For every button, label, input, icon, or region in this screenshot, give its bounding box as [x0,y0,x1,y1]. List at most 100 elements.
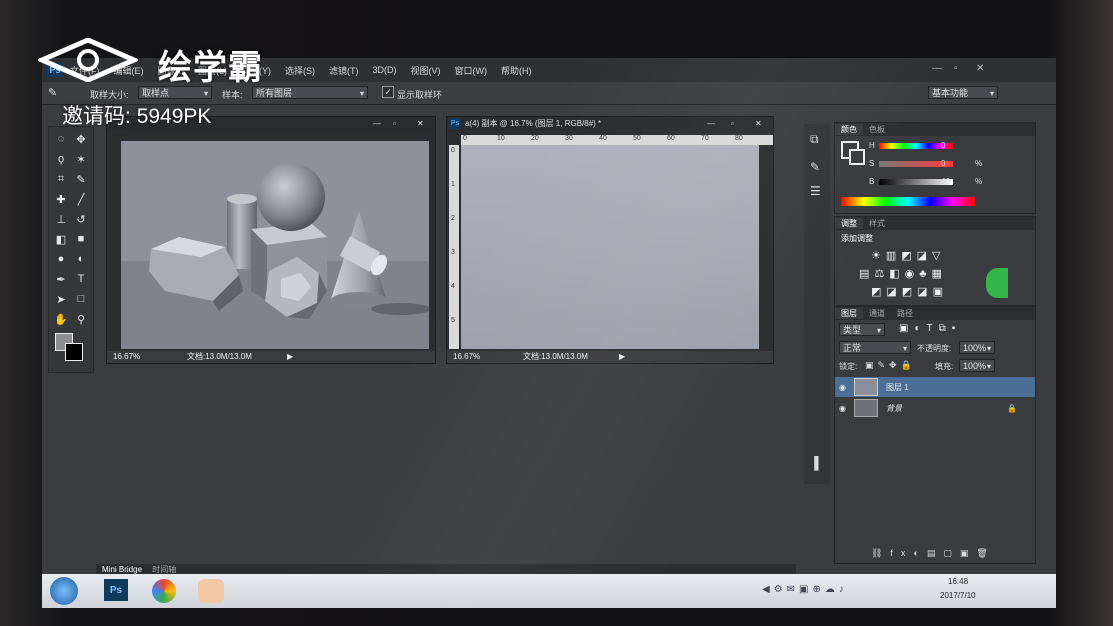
doc1-status-arrow-icon[interactable]: ▶ [287,351,293,363]
workspace-select[interactable]: 基本功能 [928,86,998,100]
color-bg-swatch[interactable] [849,149,865,165]
color-ramp[interactable] [841,197,975,206]
clone-stamp-tool-icon[interactable]: ⊥ [53,211,69,227]
move-tool-icon[interactable]: ✥ [73,131,89,147]
doc1-size: 文档:13.0M/13.0M [187,352,252,361]
tab-layers[interactable]: 图层 [835,308,863,319]
doc1-minimize-button[interactable]: — [373,117,381,131]
brush-tool-icon[interactable]: ╱ [73,191,89,207]
watermark-logo-icon [38,38,138,82]
document-window-copy: Ps a(4) 副本 @ 16.7% (图层 1, RGB/8#) * — ▫ … [446,116,774,364]
doc2-maximize-button[interactable]: ▫ [731,117,734,131]
adjustment-icons-row-1[interactable]: ☀▥◩◪▽ [871,249,946,262]
layer-thumbnail [853,399,878,417]
lock-icons[interactable]: ▣✎✥🔒 [865,360,916,371]
layer-visibility-eye-icon[interactable]: ◉ [839,383,846,392]
menu-select[interactable]: 选择(S) [285,64,315,77]
magic-wand-tool-icon[interactable]: ✶ [73,151,89,167]
rectangle-tool-icon[interactable]: □ [73,291,89,307]
doc2-titlebar: Ps a(4) 副本 @ 16.7% (图层 1, RGB/8#) * — ▫ … [447,117,773,131]
adjustment-icons-row-2[interactable]: ▤⚖◧◉♣▦ [859,267,947,280]
start-button[interactable] [50,577,78,605]
doc1-zoom[interactable]: 16.67% [113,351,140,363]
marquee-tool-icon[interactable]: ◌ [53,131,69,147]
floating-badge[interactable] [986,268,1008,298]
doc2-zoom[interactable]: 16.67% [453,351,480,363]
app-minimize-button[interactable]: — [932,63,942,74]
show-ring-checkbox[interactable]: ✓ [382,86,394,98]
blur-tool-icon[interactable]: ● [53,251,69,267]
doc2-ps-icon: Ps [449,118,461,129]
doc2-minimize-button[interactable]: — [707,117,715,131]
eyedropper-tool-icon[interactable]: ✎ [73,171,89,187]
layer-name[interactable]: 图层 1 [886,382,909,393]
layer-row[interactable]: ◉ 背景 🔒 [835,398,1035,418]
tab-channels[interactable]: 通道 [863,308,891,319]
eyedropper-icon[interactable]: ✎ [48,86,57,99]
tool-presets-icon[interactable]: ▐ [810,456,819,470]
crop-tool-icon[interactable]: ⌗ [53,171,69,187]
tab-styles[interactable]: 样式 [863,218,891,229]
brightness-value[interactable]: 46 [941,177,950,186]
menu-filter[interactable]: 滤镜(T) [329,64,359,77]
taskbar-photoshop-icon[interactable]: Ps [104,579,128,601]
hue-value[interactable]: 0 [941,141,945,150]
properties-panel-icon[interactable]: ☰ [810,184,821,198]
layer-row[interactable]: ◉ 图层 1 [835,377,1035,397]
still-life-photo[interactable] [121,141,429,349]
saturation-value[interactable]: 0 [941,159,945,168]
zoom-tool-icon[interactable]: ⚲ [73,311,89,327]
hue-label: H [869,141,875,150]
type-tool-icon[interactable]: T [73,271,89,287]
pen-tool-icon[interactable]: ✒ [53,271,69,287]
layer-filter-icons[interactable]: ▣◐T⧉▪ [899,323,961,334]
doc1-close-button[interactable]: ✕ [417,117,424,131]
color-panel: 颜色 色板 H 0 S 0 % B 46 % [834,122,1036,214]
eraser-tool-icon[interactable]: ◧ [53,231,69,247]
menu-view[interactable]: 视图(V) [411,64,441,77]
lasso-tool-icon[interactable]: ϙ [53,151,69,167]
layer-name[interactable]: 背景 [886,403,902,414]
app-close-button[interactable]: ✕ [976,63,984,74]
taskbar-browser-icon[interactable] [152,579,176,603]
menu-help[interactable]: 帮助(H) [501,64,532,77]
blend-mode-select[interactable]: 正常 [839,341,911,355]
menu-window[interactable]: 窗口(W) [455,64,488,77]
tab-adjustments[interactable]: 调整 [835,218,863,229]
taskbar-date[interactable]: 2017/7/10 [940,591,976,600]
still-life-image [121,141,429,349]
layers-panel: 图层 通道 路径 类型 ▣◐T⧉▪ 正常 不透明度: 100% 锁定: ▣✎✥🔒… [834,306,1036,564]
brush-panel-icon[interactable]: ✎ [810,160,820,174]
doc2-status-arrow-icon[interactable]: ▶ [619,351,625,363]
menu-3d[interactable]: 3D(D) [373,65,397,75]
adjustment-icons-row-3[interactable]: ◩◪◩◪▣ [871,285,948,298]
system-tray-icons[interactable]: ◀⚙✉▣⊕☁♪ [762,584,848,595]
background-color-swatch[interactable] [65,343,83,361]
tab-swatches[interactable]: 色板 [863,124,891,135]
doc1-maximize-button[interactable]: ▫ [393,117,396,131]
path-selection-tool-icon[interactable]: ➤ [53,291,69,307]
healing-brush-tool-icon[interactable]: ✚ [53,191,69,207]
tab-mini-bridge[interactable]: Mini Bridge [102,565,142,574]
layer-visibility-eye-icon[interactable]: ◉ [839,404,846,413]
sample-select[interactable]: 所有图层 [252,86,368,100]
app-maximize-button[interactable]: ▫ [954,63,958,74]
taskbar-time[interactable]: 16:48 [948,577,968,586]
history-panel-icon[interactable]: ⧉ [810,132,819,147]
fill-input[interactable]: 100% [959,359,995,373]
tab-paths[interactable]: 路径 [891,308,919,319]
blank-canvas[interactable] [461,145,759,349]
dodge-tool-icon[interactable]: ◐ [73,251,89,267]
opacity-input[interactable]: 100% [959,341,995,355]
doc2-title[interactable]: a(4) 副本 @ 16.7% (图层 1, RGB/8#) * [465,117,601,131]
taskbar-app-icon[interactable] [198,579,224,603]
layer-filter-select[interactable]: 类型 [839,323,885,337]
brightness-unit: % [975,177,983,186]
layer-bottom-icons[interactable]: ⛓fx◐▤▢▣🗑 [871,548,996,559]
doc2-close-button[interactable]: ✕ [755,117,762,131]
history-brush-tool-icon[interactable]: ↺ [73,211,89,227]
hand-tool-icon[interactable]: ✋ [53,311,69,327]
tab-timeline[interactable]: 时间轴 [152,565,176,574]
gradient-tool-icon[interactable]: ■ [73,231,89,247]
tab-color[interactable]: 颜色 [835,124,863,135]
